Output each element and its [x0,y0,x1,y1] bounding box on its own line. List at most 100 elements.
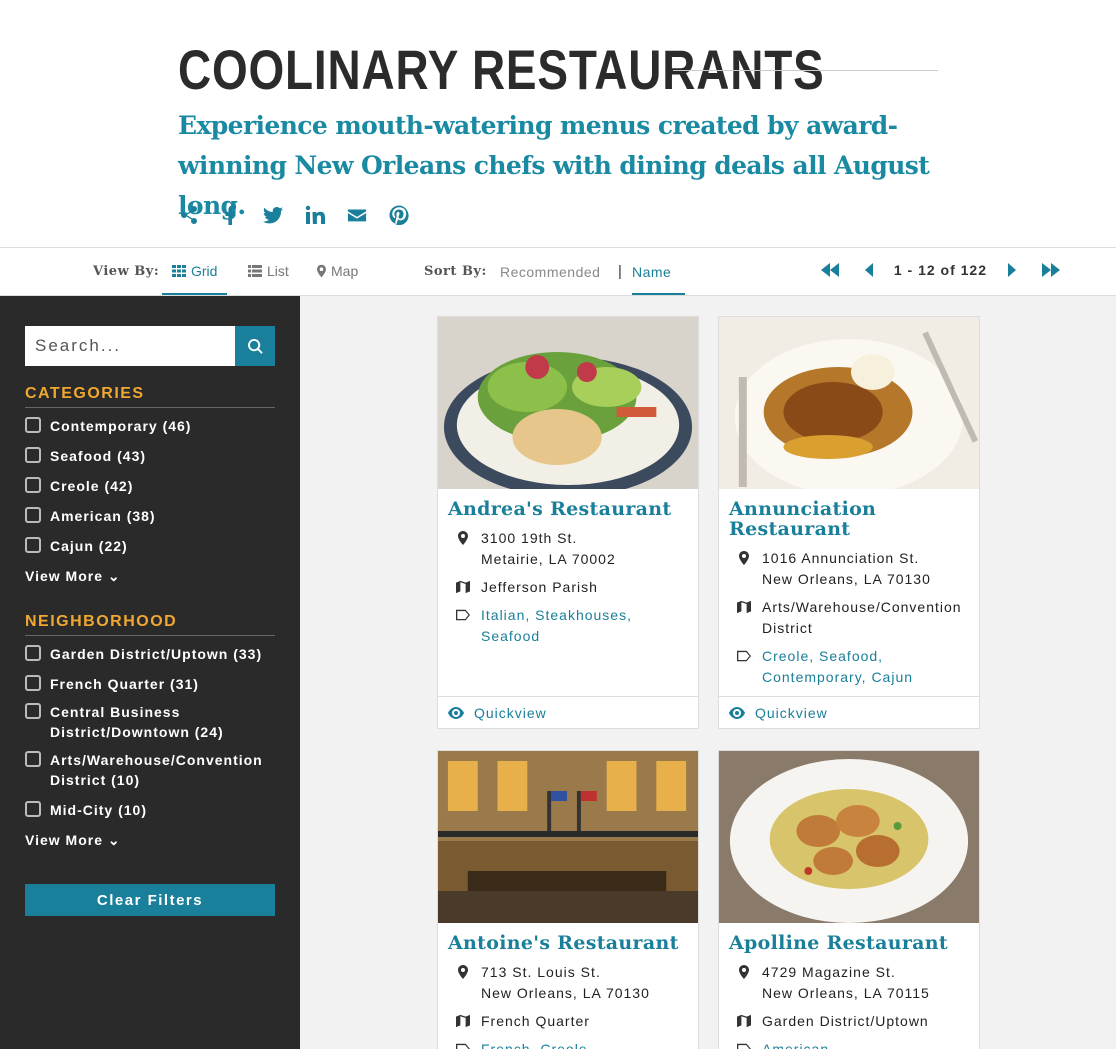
view-list-tab[interactable]: List [238,248,299,295]
checkbox[interactable] [25,751,41,767]
filter-french-quarter[interactable]: French Quarter (31) [25,674,275,694]
restaurant-name[interactable]: Antoine's Restaurant [438,923,698,953]
address: 3100 19th St. Metairie, LA 70002 [438,528,698,570]
share-bar [178,204,410,226]
last-page-icon[interactable] [1041,263,1061,277]
cuisine-tags[interactable]: Creole, Seafood, Contemporary, Cajun [719,646,979,688]
search-icon [247,338,263,354]
filter-sidebar: CATEGORIES Contemporary (46) Seafood (43… [0,296,300,1049]
map-icon [736,597,752,639]
filter-creole[interactable]: Creole (42) [25,476,275,496]
neighborhood: French Quarter [438,1011,698,1032]
filter-mid-city[interactable]: Mid-City (10) [25,800,275,820]
sort-name[interactable]: Name [632,248,685,295]
checkbox[interactable] [25,507,41,523]
eye-icon [448,706,464,719]
next-page-icon[interactable] [1007,263,1017,277]
cuisine-tags[interactable]: Italian, Steakhouses, Seafood [438,605,698,647]
map-marker-icon [736,962,752,1004]
filter-american[interactable]: American (38) [25,506,275,526]
salad-dish-photo[interactable] [438,317,698,489]
quickview-button[interactable]: Quickview [719,696,979,728]
restaurant-name[interactable]: Apolline Restaurant [719,923,979,953]
address: 4729 Magazine St. New Orleans, LA 70115 [719,962,979,1004]
results-grid: Andrea's Restaurant 3100 19th St. Metairi… [300,296,1116,1049]
view-map-tab[interactable]: Map [307,248,368,295]
view-grid-tab[interactable]: Grid [162,248,228,295]
twitter-icon[interactable] [262,204,284,226]
checkbox[interactable] [25,801,41,817]
address: 1016 Annunciation St. New Orleans, LA 701… [719,548,979,590]
checkbox[interactable] [25,703,41,719]
linkedin-icon[interactable] [304,204,326,226]
search-input[interactable] [25,326,235,366]
filter-contemporary[interactable]: Contemporary (46) [25,416,275,436]
filter-cajun[interactable]: Cajun (22) [25,536,275,556]
scallops-dish-photo[interactable] [719,751,979,923]
page-range: 1 - 12 of 122 [893,262,987,278]
neighborhood: Jefferson Parish [438,577,698,598]
checkbox[interactable] [25,417,41,433]
chevron-down-icon: ⌄ [107,832,121,848]
neighborhood-view-more[interactable]: View More ⌄ [25,832,121,849]
results-toolbar: View By: Grid List Map Sort By: Recommen… [0,247,1116,296]
first-page-icon[interactable] [820,263,840,277]
map-marker-icon [736,548,752,590]
checkbox[interactable] [25,447,41,463]
neighborhood: Garden District/Uptown [719,1011,979,1032]
filter-cbd[interactable]: Central Business District/Downtown (24) [25,702,275,742]
prev-page-icon[interactable] [864,263,874,277]
building-facade-photo[interactable] [438,751,698,923]
filter-seafood[interactable]: Seafood (43) [25,446,275,466]
view-grid-label: Grid [191,263,218,279]
chevron-down-icon: ⌄ [107,568,121,584]
restaurant-card[interactable]: Apolline Restaurant 4729 Magazine St. New… [718,750,980,1049]
categories-view-more[interactable]: View More ⌄ [25,568,121,585]
clear-filters-button[interactable]: Clear Filters [25,884,275,916]
checkbox[interactable] [25,675,41,691]
restaurant-name[interactable]: Annunciation Restaurant [719,489,979,539]
email-icon[interactable] [346,204,368,226]
view-map-label: Map [331,263,359,279]
facebook-icon[interactable] [220,204,242,226]
sort-by-label: Sort By: [424,264,487,279]
list-icon [248,265,262,277]
search-button[interactable] [235,326,275,366]
pinterest-icon[interactable] [388,204,410,226]
checkbox[interactable] [25,537,41,553]
share-icon[interactable] [178,204,200,226]
checkbox[interactable] [25,645,41,661]
filter-garden-district[interactable]: Garden District/Uptown (33) [25,644,275,664]
map-icon [455,1011,471,1032]
map-icon [455,577,471,598]
view-by-label: View By: [93,264,160,279]
view-list-label: List [267,263,289,279]
tag-icon [736,646,752,688]
restaurant-card[interactable]: Annunciation Restaurant 1016 Annunciatio… [718,316,980,729]
address: 713 St. Louis St. New Orleans, LA 70130 [438,962,698,1004]
filter-arts-warehouse[interactable]: Arts/Warehouse/Convention District (10) [25,750,275,790]
neighborhood-heading: NEIGHBORHOOD [25,613,275,636]
sort-separator: | [618,263,622,280]
map-marker-icon [317,264,326,278]
eye-icon [729,706,745,719]
fried-dish-photo[interactable] [719,317,979,489]
restaurant-name[interactable]: Andrea's Restaurant [438,489,698,519]
quickview-button[interactable]: Quickview [438,696,698,728]
restaurant-card[interactable]: Andrea's Restaurant 3100 19th St. Metairi… [437,316,699,729]
tag-icon [736,1039,752,1049]
neighborhood: Arts/Warehouse/Convention District [719,597,979,639]
sort-recommended[interactable]: Recommended [500,264,600,280]
tag-icon [455,1039,471,1049]
map-marker-icon [455,962,471,1004]
categories-heading: CATEGORIES [25,385,275,408]
map-marker-icon [455,528,471,570]
map-icon [736,1011,752,1032]
restaurant-card[interactable]: Antoine's Restaurant 713 St. Louis St. Ne… [437,750,699,1049]
title-divider [673,70,938,71]
checkbox[interactable] [25,477,41,493]
cuisine-tags[interactable]: French, Creole [438,1039,698,1049]
tag-icon [455,605,471,647]
grid-icon [172,265,186,277]
cuisine-tags[interactable]: American [719,1039,979,1049]
